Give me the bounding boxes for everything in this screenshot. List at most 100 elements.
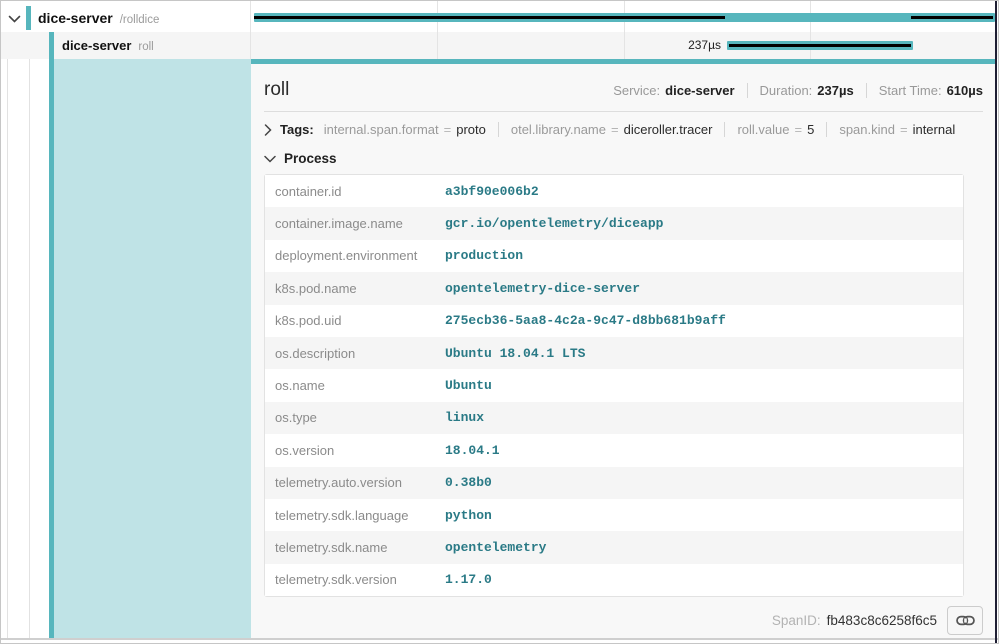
spanid-row: SpanID: fb483c8c6258f6c5 <box>264 606 983 635</box>
table-row: telemetry.sdk.version 1.17.0 <box>265 564 963 596</box>
meta-value: dice-server <box>665 83 734 98</box>
table-row: telemetry.sdk.language python <box>265 499 963 531</box>
tag-equals: = <box>900 122 908 137</box>
kv-value: opentelemetry <box>445 540 546 555</box>
table-row: container.id a3bf90e006b2 <box>265 175 963 207</box>
kv-key: k8s.pod.uid <box>265 313 445 328</box>
tag-equals: = <box>444 122 452 137</box>
table-row: k8s.pod.uid 275ecb36-5aa8-4c2a-9c47-d8bb… <box>265 305 963 337</box>
panel-bottom-border <box>1 638 998 640</box>
chevron-right-icon <box>264 124 272 136</box>
span-operation-title: roll <box>264 79 289 101</box>
tags-accordion[interactable]: Tags: internal.span.format = proto otel.… <box>264 112 983 143</box>
span-meta: Service: dice-server Duration: 237µs Sta… <box>613 83 983 98</box>
copy-span-link-button[interactable] <box>947 606 983 635</box>
span-service-name[interactable]: dice-server/rolldice <box>38 10 159 26</box>
kv-value: production <box>445 248 523 263</box>
kv-value: 275ecb36-5aa8-4c2a-9c47-d8bb681b9aff <box>445 313 726 328</box>
kv-key: telemetry.auto.version <box>265 475 445 490</box>
kv-key: container.id <box>265 184 445 199</box>
table-row: k8s.pod.name opentelemetry-dice-server <box>265 272 963 304</box>
span-rows-area: dice-server/rolldice dice-server roll 237… <box>1 1 998 59</box>
selected-span-tint <box>54 59 251 638</box>
collapse-children-chevron-icon[interactable] <box>8 11 24 25</box>
indent-guide <box>29 59 30 638</box>
kv-key: os.version <box>265 443 445 458</box>
kv-key: telemetry.sdk.name <box>265 540 445 555</box>
span-detail-panel: roll Service: dice-server Duration: 237µ… <box>251 64 996 638</box>
meta-item: Start Time: 610µs <box>866 83 983 98</box>
critical-path-segment <box>254 16 725 19</box>
tag-item: otel.library.name = diceroller.tracer <box>498 122 713 137</box>
tag-key: span.kind <box>839 122 895 137</box>
right-edge-border <box>995 1 997 643</box>
meta-value: 610µs <box>947 83 983 98</box>
critical-path-segment <box>729 44 911 47</box>
span-name-column: dice-server/rolldice dice-server roll <box>1 1 251 59</box>
kv-value: 1.17.0 <box>445 572 492 587</box>
link-icon <box>956 614 975 627</box>
tag-equals: = <box>611 122 619 137</box>
tag-item: internal.span.format = proto <box>324 122 486 137</box>
meta-value: 237µs <box>817 83 853 98</box>
span-bar-roll[interactable] <box>727 41 913 50</box>
table-row: deployment.environment production <box>265 240 963 272</box>
timeline-row-rolldice <box>251 4 996 32</box>
span-bar-rolldice[interactable] <box>254 13 995 22</box>
kv-key: os.name <box>265 378 445 393</box>
kv-value: python <box>445 508 492 523</box>
table-row: os.name Ubuntu <box>265 369 963 401</box>
tag-value: 5 <box>807 122 814 137</box>
process-title: Process <box>284 151 337 166</box>
operation-label: /rolldice <box>120 14 160 26</box>
operation-label: roll <box>138 41 153 53</box>
timeline-row-roll: 237µs <box>251 32 996 59</box>
table-row: telemetry.auto.version 0.38b0 <box>265 467 963 499</box>
tag-value: internal <box>913 122 956 137</box>
indent-guide <box>7 59 8 638</box>
critical-path-segment <box>911 16 993 19</box>
process-accordion[interactable]: Process <box>264 143 983 174</box>
meta-label: Start Time: <box>879 83 942 98</box>
kv-key: telemetry.sdk.version <box>265 572 445 587</box>
tag-item: roll.value = 5 <box>724 122 814 137</box>
kv-value: linux <box>445 410 484 425</box>
meta-item: Service: dice-server <box>613 83 734 98</box>
tag-key: internal.span.format <box>324 122 439 137</box>
service-label: dice-server <box>62 38 131 53</box>
tag-equals: = <box>795 122 803 137</box>
kv-value: a3bf90e006b2 <box>445 184 539 199</box>
meta-label: Service: <box>613 83 660 98</box>
tags-list: internal.span.format = proto otel.librar… <box>324 122 956 137</box>
detail-left-gutter <box>1 59 251 638</box>
spanid-value: fb483c8c6258f6c5 <box>827 613 937 628</box>
span-service-name[interactable]: dice-server roll <box>62 38 154 53</box>
kv-key: os.description <box>265 346 445 361</box>
kv-value: gcr.io/opentelemetry/diceapp <box>445 216 663 231</box>
kv-key: container.image.name <box>265 216 445 231</box>
meta-label: Duration: <box>760 83 813 98</box>
kv-key: k8s.pod.name <box>265 281 445 296</box>
tag-value: proto <box>456 122 486 137</box>
tag-item: span.kind = internal <box>826 122 955 137</box>
kv-value: Ubuntu 18.04.1 LTS <box>445 346 585 361</box>
tag-key: otel.library.name <box>511 122 606 137</box>
tags-title: Tags: <box>280 122 314 137</box>
spanid-label: SpanID: <box>772 613 821 628</box>
kv-value: 18.04.1 <box>445 443 500 458</box>
kv-value: opentelemetry-dice-server <box>445 281 640 296</box>
tag-value: diceroller.tracer <box>624 122 713 137</box>
chevron-down-icon <box>264 155 276 163</box>
table-row: os.description Ubuntu 18.04.1 LTS <box>265 337 963 369</box>
tag-key: roll.value <box>737 122 789 137</box>
span-color-bar <box>49 32 54 59</box>
kv-key: os.type <box>265 410 445 425</box>
meta-item: Duration: 237µs <box>747 83 854 98</box>
span-duration-label: 237µs <box>591 38 721 52</box>
jaeger-trace-view: dice-server/rolldice dice-server roll 237… <box>0 0 999 644</box>
table-row: container.image.name gcr.io/opentelemetr… <box>265 207 963 239</box>
table-row: telemetry.sdk.name opentelemetry <box>265 531 963 563</box>
kv-value: 0.38b0 <box>445 475 492 490</box>
process-kv-table: container.id a3bf90e006b2 container.imag… <box>264 174 964 597</box>
span-detail-header: roll Service: dice-server Duration: 237µ… <box>264 64 983 112</box>
